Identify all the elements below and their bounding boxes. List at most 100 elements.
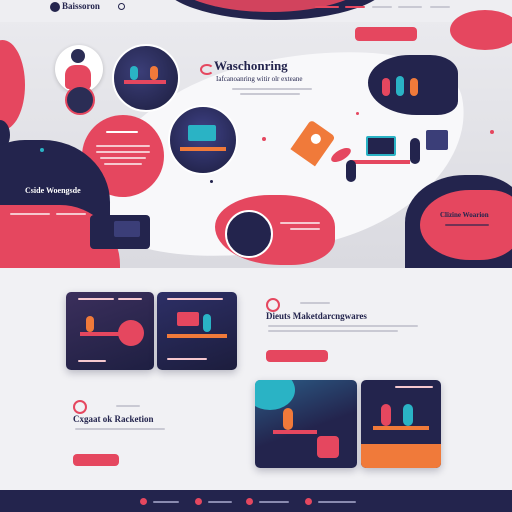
- title-accent-icon: [200, 64, 214, 75]
- card-orange-base: [361, 444, 441, 468]
- footer-link[interactable]: [208, 501, 232, 503]
- footer-icon[interactable]: [305, 498, 312, 505]
- nav-link[interactable]: [430, 6, 450, 8]
- right-red-blob: [450, 10, 512, 50]
- footer-link[interactable]: [153, 501, 179, 503]
- section-line: [116, 405, 140, 407]
- card-line: [78, 298, 114, 300]
- card-desk: [167, 334, 227, 338]
- info-line: [100, 157, 146, 159]
- card-person: [403, 404, 413, 426]
- right-panel-title: Clizine Woarion: [440, 211, 489, 219]
- feature-card[interactable]: [157, 292, 237, 370]
- section3-title: Cxgaat ok Racketion: [73, 414, 154, 424]
- section-title: Dieuts Maketdarcngwares: [266, 311, 367, 321]
- desk: [350, 160, 410, 164]
- accent-dot: [356, 112, 359, 115]
- info-line: [106, 131, 138, 133]
- person: [410, 138, 420, 164]
- team-scene: [225, 210, 273, 258]
- blob-line: [290, 228, 320, 230]
- person: [150, 66, 158, 80]
- laptop-scene: [90, 215, 150, 249]
- person: [410, 78, 418, 96]
- card-desk: [80, 332, 120, 336]
- desk: [124, 80, 166, 84]
- panel-line: [445, 224, 489, 226]
- footer-icon[interactable]: [246, 498, 253, 505]
- card-badge: [317, 436, 339, 458]
- card-teal-blob: [255, 380, 295, 410]
- accent-dot: [262, 137, 266, 141]
- person: [130, 66, 138, 80]
- footer-icon[interactable]: [140, 498, 147, 505]
- left-red-blob: [0, 40, 25, 130]
- search-icon[interactable]: [118, 3, 125, 10]
- feature-card[interactable]: [66, 292, 154, 370]
- card-desk: [273, 430, 317, 434]
- person: [382, 78, 390, 96]
- monitor: [188, 125, 216, 141]
- footer-icon[interactable]: [195, 498, 202, 505]
- feature-card[interactable]: [361, 380, 441, 468]
- nav-link[interactable]: [345, 6, 365, 8]
- feature-card[interactable]: [255, 380, 357, 468]
- brand-logo-icon: [266, 298, 280, 312]
- panel-line: [10, 213, 50, 215]
- section3-button[interactable]: [73, 454, 119, 466]
- footer: [0, 490, 512, 512]
- hero-section: Baissoron Waschonring Iafcanoanring witi…: [0, 0, 512, 268]
- brand-name[interactable]: Baissoron: [62, 1, 100, 11]
- nav-link[interactable]: [315, 6, 339, 8]
- hero-title: Waschonring: [214, 58, 288, 73]
- card-line: [167, 298, 223, 300]
- card-monitor: [177, 312, 199, 326]
- info-line: [96, 151, 150, 153]
- card-badge: [118, 320, 144, 346]
- small-image-circle: [65, 85, 95, 115]
- board: [426, 130, 448, 150]
- office-scene-circle: [168, 105, 238, 175]
- nav-link[interactable]: [372, 6, 392, 8]
- accent-dot: [210, 180, 213, 183]
- rocket-window: [308, 131, 323, 146]
- people-scene: [378, 72, 436, 102]
- brand-logo-icon[interactable]: [50, 2, 60, 12]
- person: [396, 76, 404, 96]
- section-line: [75, 428, 165, 430]
- hero-subtitle: Iafcanoanring witir olr exteane: [216, 75, 303, 83]
- card-line: [118, 298, 142, 300]
- footer-link[interactable]: [259, 501, 289, 503]
- section2-button[interactable]: [266, 350, 328, 362]
- info-line: [96, 145, 150, 147]
- monitor: [366, 136, 396, 156]
- hero-text-line: [232, 88, 312, 90]
- info-line: [104, 163, 142, 165]
- card-person: [203, 314, 211, 332]
- footer-link[interactable]: [318, 501, 356, 503]
- laptop-screen: [114, 221, 140, 237]
- team-circle-image: [112, 44, 180, 112]
- card-line: [78, 360, 106, 362]
- avatar-head: [71, 49, 85, 63]
- panel-line: [56, 213, 86, 215]
- desk: [180, 147, 226, 151]
- section-line: [268, 325, 418, 327]
- card-person: [86, 316, 94, 332]
- card-line: [395, 386, 433, 388]
- card-line: [167, 358, 207, 360]
- accent-dot: [490, 130, 494, 134]
- hero-text-line: [240, 93, 300, 95]
- left-panel-title: Cside Woengsde: [25, 186, 81, 195]
- section-line: [268, 330, 398, 332]
- nav-link[interactable]: [398, 6, 422, 8]
- accent-dot: [40, 148, 44, 152]
- section-line: [300, 302, 330, 304]
- brand-logo-icon: [73, 400, 87, 414]
- person: [346, 160, 356, 182]
- hero-top-button[interactable]: [355, 27, 417, 41]
- card-desk: [373, 426, 429, 430]
- blob-line: [280, 222, 320, 224]
- card-person: [283, 408, 293, 430]
- card-person: [381, 404, 391, 426]
